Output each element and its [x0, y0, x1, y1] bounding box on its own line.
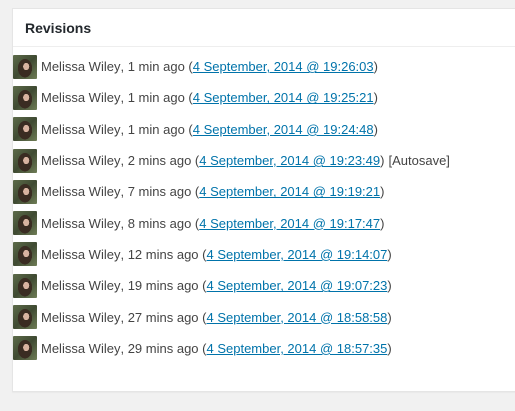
revision-item: Melissa Wiley, 19 mins ago (4 September,… [13, 270, 450, 301]
revision-date-link[interactable]: 4 September, 2014 @ 19:14:07 [206, 247, 387, 262]
avatar [13, 117, 37, 142]
close-paren: ) [380, 215, 385, 231]
revision-time-ago: 27 mins ago [127, 309, 199, 325]
open-paren: ( [184, 59, 193, 75]
revision-item: Melissa Wiley, 2 mins ago (4 September, … [13, 145, 450, 176]
close-paren: ) [373, 90, 378, 106]
open-paren: ( [191, 215, 200, 231]
comma-separator: , [120, 278, 128, 294]
revision-author: Melissa Wiley [41, 153, 121, 169]
comma-separator: , [120, 90, 128, 106]
revision-item: Melissa Wiley, 27 mins ago (4 September,… [13, 301, 450, 332]
revision-date-link[interactable]: 4 September, 2014 @ 19:17:47 [199, 216, 380, 231]
revision-author: Melissa Wiley [41, 59, 121, 75]
revision-time-ago: 1 min ago [127, 121, 185, 137]
revision-date-link[interactable]: 4 September, 2014 @ 19:19:21 [199, 184, 380, 199]
avatar [13, 242, 37, 267]
revision-author: Melissa Wiley [41, 246, 121, 262]
close-paren: ) [373, 59, 378, 75]
open-paren: ( [198, 246, 207, 262]
comma-separator: , [120, 340, 128, 356]
revision-date-link[interactable]: 4 September, 2014 @ 19:07:23 [206, 278, 387, 293]
revision-time-ago: 8 mins ago [127, 215, 192, 231]
revision-time-ago: 12 mins ago [127, 246, 199, 262]
revision-author: Melissa Wiley [41, 184, 121, 200]
revision-item: Melissa Wiley, 7 mins ago (4 September, … [13, 176, 450, 207]
revision-list: Melissa Wiley, 1 min ago (4 September, 2… [13, 51, 450, 364]
revision-time-ago: 1 min ago [127, 90, 185, 106]
revision-time-ago: 1 min ago [127, 59, 185, 75]
close-paren: ) [387, 340, 392, 356]
revision-author: Melissa Wiley [41, 121, 121, 137]
open-paren: ( [191, 184, 200, 200]
comma-separator: , [120, 246, 128, 262]
revision-time-ago: 7 mins ago [127, 184, 192, 200]
revision-item: Melissa Wiley, 29 mins ago (4 September,… [13, 333, 450, 364]
revision-author: Melissa Wiley [41, 309, 121, 325]
close-paren: ) [373, 121, 378, 137]
open-paren: ( [198, 309, 207, 325]
revision-item: Melissa Wiley, 1 min ago (4 September, 2… [13, 82, 450, 113]
avatar [13, 273, 37, 298]
revision-date-link[interactable]: 4 September, 2014 @ 19:24:48 [193, 122, 374, 137]
avatar [13, 148, 37, 173]
open-paren: ( [184, 121, 193, 137]
comma-separator: , [120, 184, 128, 200]
revision-date-link[interactable]: 4 September, 2014 @ 19:26:03 [193, 59, 374, 74]
open-paren: ( [198, 278, 207, 294]
close-paren: ) [380, 184, 385, 200]
avatar [13, 305, 37, 330]
revision-time-ago: 19 mins ago [127, 278, 199, 294]
autosave-note: [Autosave] [388, 153, 450, 169]
revision-date-link[interactable]: 4 September, 2014 @ 19:23:49 [199, 153, 380, 168]
open-paren: ( [198, 340, 207, 356]
revision-author: Melissa Wiley [41, 90, 121, 106]
avatar [13, 211, 37, 236]
panel-header: Revisions [13, 9, 515, 47]
close-paren: ) [387, 278, 392, 294]
revision-date-link[interactable]: 4 September, 2014 @ 18:57:35 [206, 341, 387, 356]
revision-item: Melissa Wiley, 12 mins ago (4 September,… [13, 239, 450, 270]
avatar [13, 85, 37, 110]
comma-separator: , [120, 121, 128, 137]
revision-item: Melissa Wiley, 8 mins ago (4 September, … [13, 207, 450, 238]
comma-separator: , [120, 153, 128, 169]
revision-author: Melissa Wiley [41, 278, 121, 294]
comma-separator: , [120, 215, 128, 231]
close-paren: ) [380, 153, 385, 169]
close-paren: ) [387, 246, 392, 262]
revision-date-link[interactable]: 4 September, 2014 @ 19:25:21 [193, 90, 374, 105]
open-paren: ( [191, 153, 200, 169]
comma-separator: , [120, 309, 128, 325]
revision-item: Melissa Wiley, 1 min ago (4 September, 2… [13, 51, 450, 82]
revision-author: Melissa Wiley [41, 340, 121, 356]
open-paren: ( [184, 90, 193, 106]
revision-time-ago: 2 mins ago [127, 153, 192, 169]
revision-time-ago: 29 mins ago [127, 340, 199, 356]
comma-separator: , [120, 59, 128, 75]
revision-author: Melissa Wiley [41, 215, 121, 231]
avatar [13, 54, 37, 79]
close-paren: ) [387, 309, 392, 325]
avatar [13, 179, 37, 204]
panel-title: Revisions [25, 20, 92, 36]
revision-item: Melissa Wiley, 1 min ago (4 September, 2… [13, 114, 450, 145]
avatar [13, 336, 37, 361]
revision-date-link[interactable]: 4 September, 2014 @ 18:58:58 [206, 310, 387, 325]
